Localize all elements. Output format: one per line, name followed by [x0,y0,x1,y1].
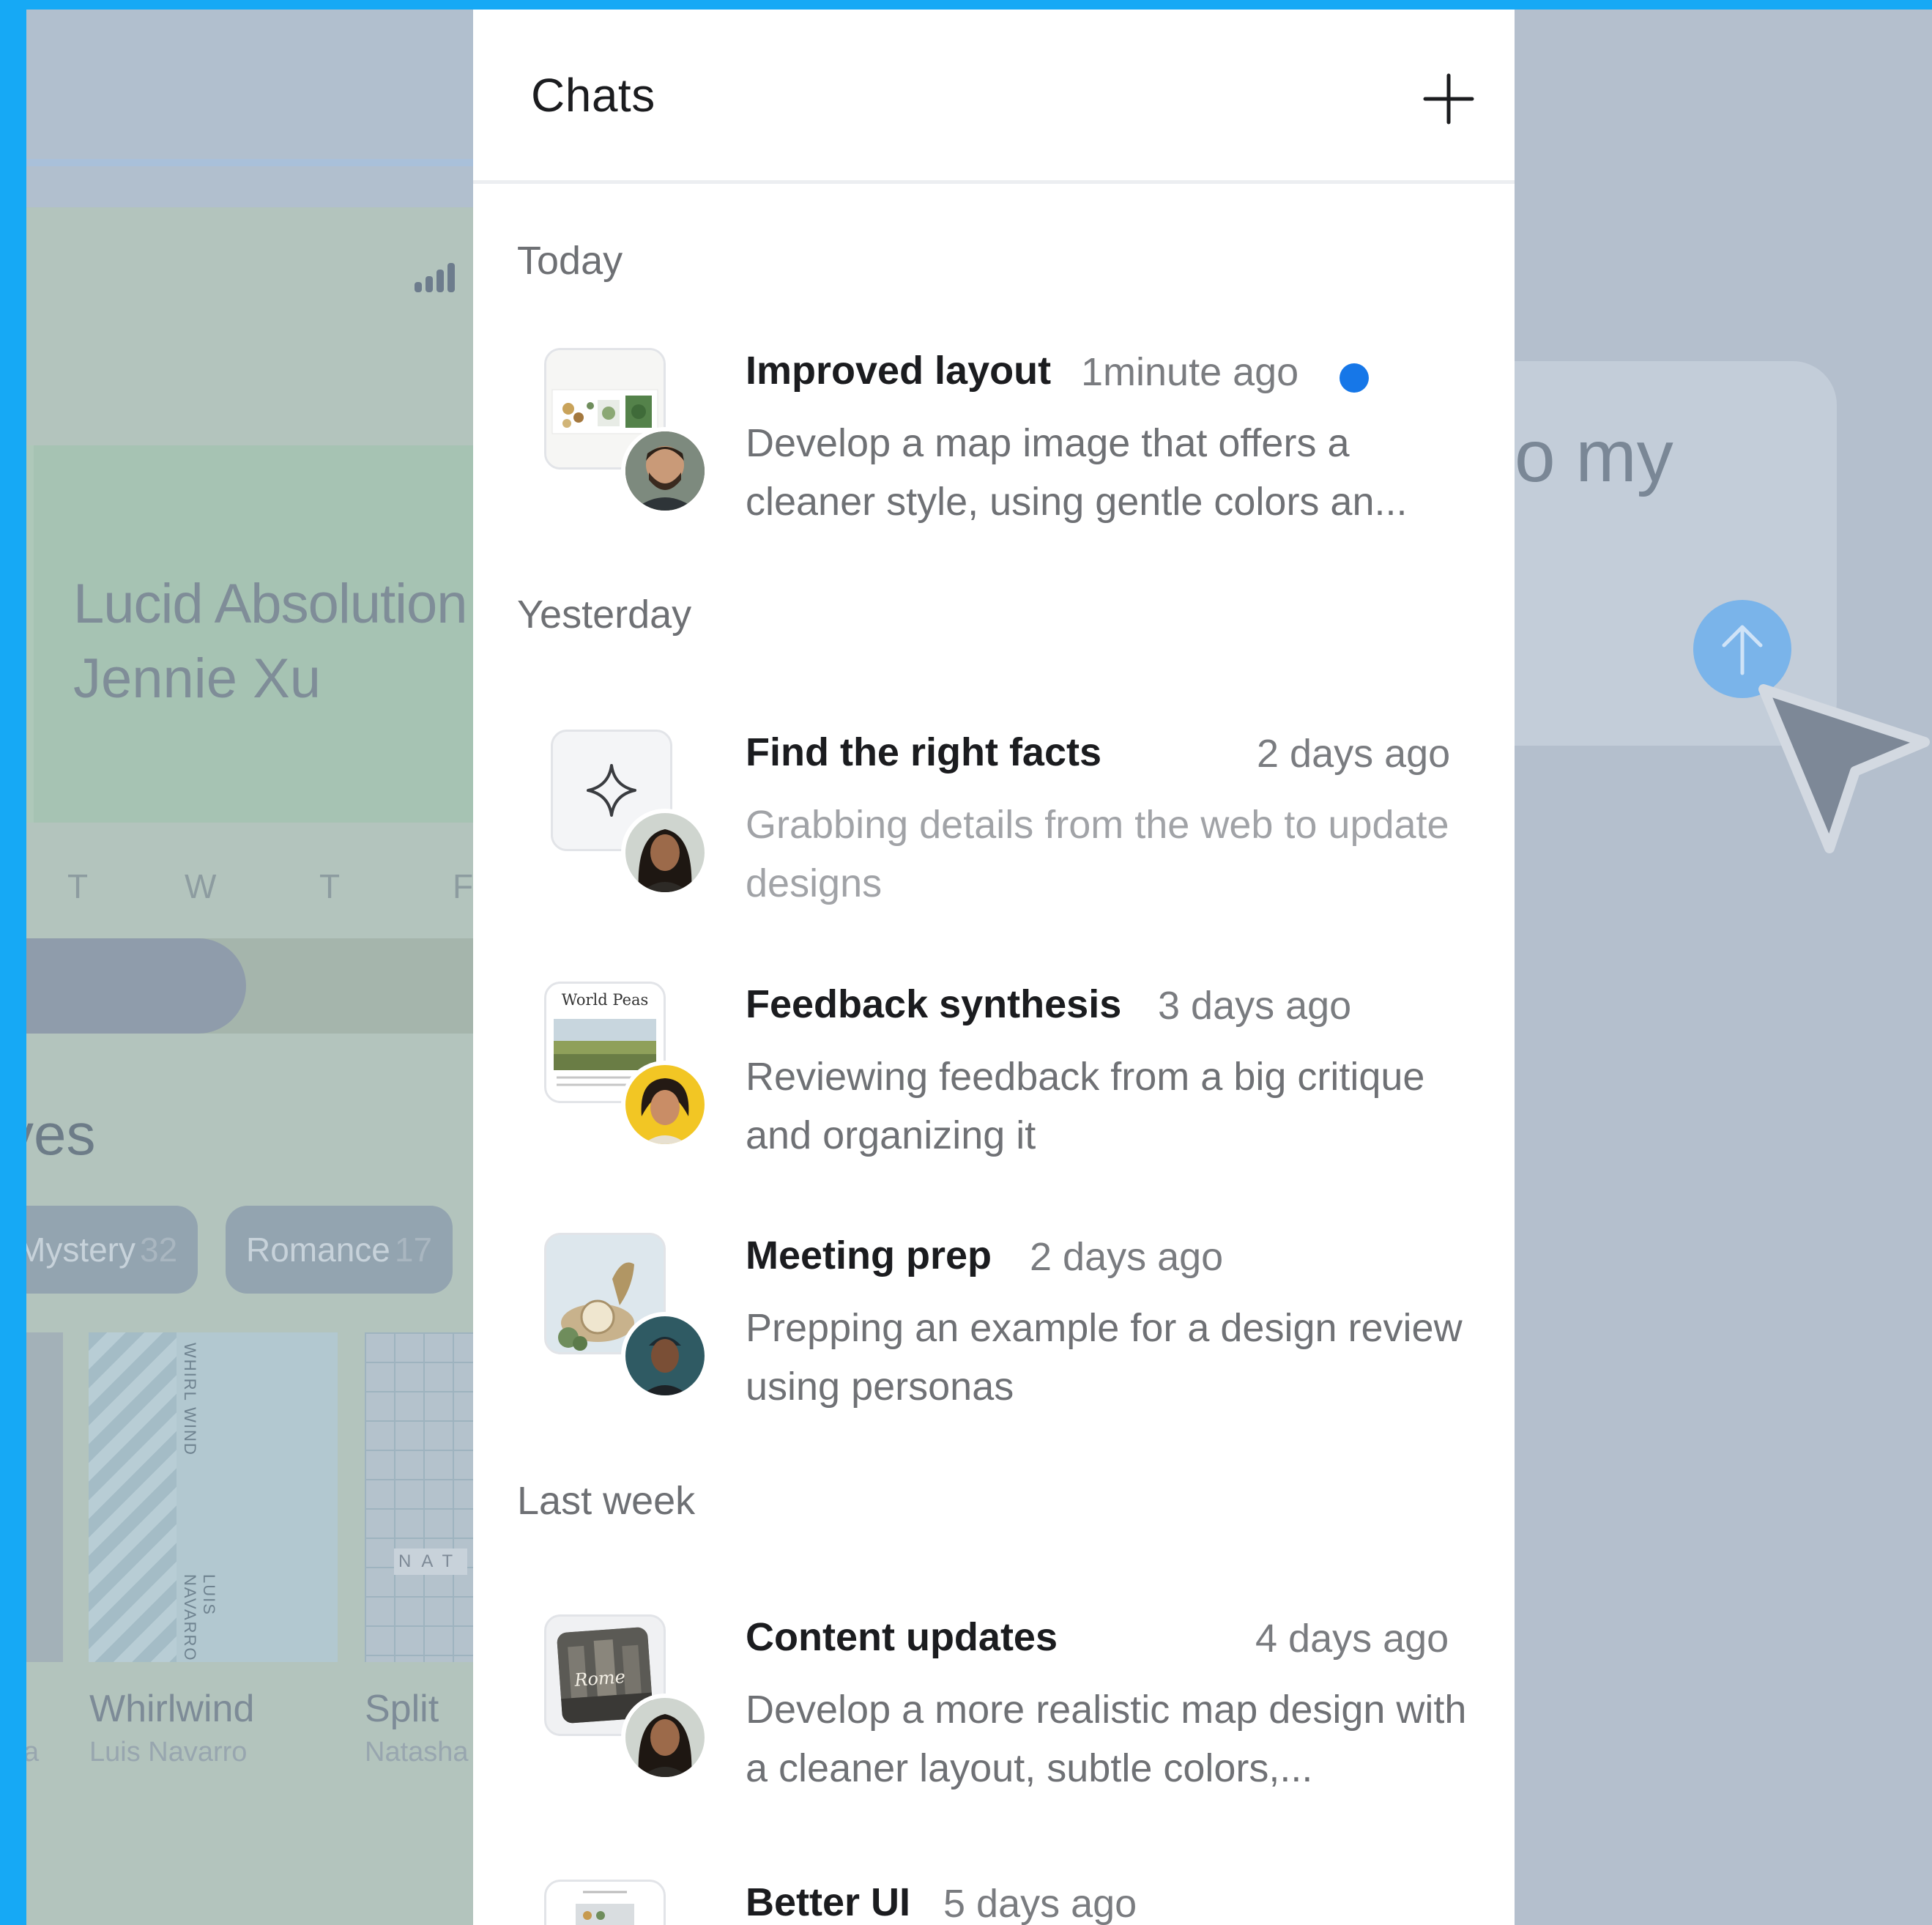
cover-art [365,1332,473,1662]
screen: Lucid Absolution Jennie Xu T W T F ves M… [26,10,1932,1925]
chat-item-better-ui[interactable]: Better UI 5 days ago [473,1880,1515,1925]
chat-title: Meeting prep [746,1234,992,1277]
avatar [621,809,709,897]
shelf-heading: ves [26,1102,96,1167]
pointer-cursor-icon [1758,684,1930,853]
ui-preview-image [576,1891,634,1925]
new-chat-button[interactable] [1418,68,1479,130]
avatar [621,1061,709,1149]
tab-indicator [26,159,473,166]
chat-time: 5 days ago [943,1882,1137,1925]
chat-time: 1minute ago [1081,350,1299,394]
book-author: Luis Navarro [89,1737,248,1768]
chat-time: 2 days ago [1257,732,1451,776]
book-title: Whirlwind [89,1688,255,1730]
thumbnail-text: Rome [573,1666,626,1691]
chip-count: 17 [394,1231,433,1269]
current-book-author: Jennie Xu [73,648,322,710]
avatar-photo [625,1698,705,1777]
chat-title: Better UI [746,1880,911,1924]
chip-label: Romance [246,1231,390,1269]
section-label-last-week: Last week [517,1479,696,1523]
chat-thumbnail [544,1880,666,1925]
chat-time: 2 days ago [1030,1235,1224,1279]
avatar-photo [625,813,705,892]
avatar [621,1694,709,1781]
cover-art [89,1332,177,1662]
book-cover [26,1332,63,1662]
weekday-label: F [453,867,473,905]
chip-label: Mystery [26,1231,135,1269]
genre-chip-romance: Romance 17 [226,1206,453,1294]
weekday-row: T W T F [26,867,473,910]
genre-chip-mystery: Mystery 32 [26,1206,198,1294]
signal-strength-icon [415,259,466,292]
cover-spine-text: LUIS NAVARRO [181,1574,218,1662]
chat-item-content-updates[interactable]: Rome Content updates 4 days ago Develop … [473,1614,1515,1798]
chat-item-feedback-synthesis[interactable]: World Peas Feedback synthesis 3 days ago… [473,982,1515,1165]
plus-icon [1423,73,1474,125]
chat-title: Content updates [746,1615,1058,1659]
cover-text: NAT [394,1548,468,1575]
reading-progress-fill [26,938,246,1034]
background-library-app: Lucid Absolution Jennie Xu T W T F ves M… [26,10,473,1925]
unread-indicator [1340,363,1369,393]
chat-title: Find the right facts [746,730,1101,774]
panel-title: Chats [531,69,655,122]
book-title: Split [365,1688,439,1730]
avatar-photo [625,1065,705,1144]
chat-description: Reviewing feedback from a big critique a… [746,1055,1425,1157]
chat-title: Feedback synthesis [746,982,1122,1026]
chat-title: Improved layout [746,349,1052,393]
chat-item-meeting-prep[interactable]: Meeting prep 2 days ago Prepping an exam… [473,1233,1515,1416]
section-label-today: Today [517,239,623,283]
book-cover-whirlwind: WHIRL WIND LUIS NAVARRO [89,1332,338,1662]
chat-time: 3 days ago [1158,984,1352,1028]
cover-spine-text: WHIRL WIND [181,1343,199,1456]
chat-description: Grabbing details from the web to update … [746,803,1449,905]
composer-text: o my [1515,415,1673,497]
book-author: Natasha [365,1737,469,1768]
chat-description: Develop a map image that offers a cleane… [746,421,1408,524]
chip-count: 32 [140,1231,178,1269]
book-author-fragment: a [26,1737,40,1768]
book-cover-split: NAT [365,1332,473,1662]
avatar-photo [625,1316,705,1395]
current-book-title: Lucid Absolution [73,573,468,635]
chat-description: Develop a more realistic map design with… [746,1688,1467,1790]
weekday-label: T [319,867,341,905]
weekday-label: T [67,867,89,905]
chat-time: 4 days ago [1255,1617,1449,1661]
avatar [621,427,709,515]
avatar-photo [625,431,705,511]
chats-panel: Chats Today Improved layout 1minute ago … [473,10,1515,1925]
chat-description: Prepping an example for a design review … [746,1306,1463,1409]
chat-item-improved-layout[interactable]: Improved layout 1minute ago Develop a ma… [473,348,1515,531]
background-chat-app: o my [1471,10,1932,1925]
chats-header: Chats [473,10,1515,184]
weekday-label: W [185,867,217,905]
chat-item-find-the-right-facts[interactable]: Find the right facts 2 days ago Grabbing… [473,730,1515,913]
section-label-yesterday: Yesterday [517,593,692,637]
avatar [621,1312,709,1400]
